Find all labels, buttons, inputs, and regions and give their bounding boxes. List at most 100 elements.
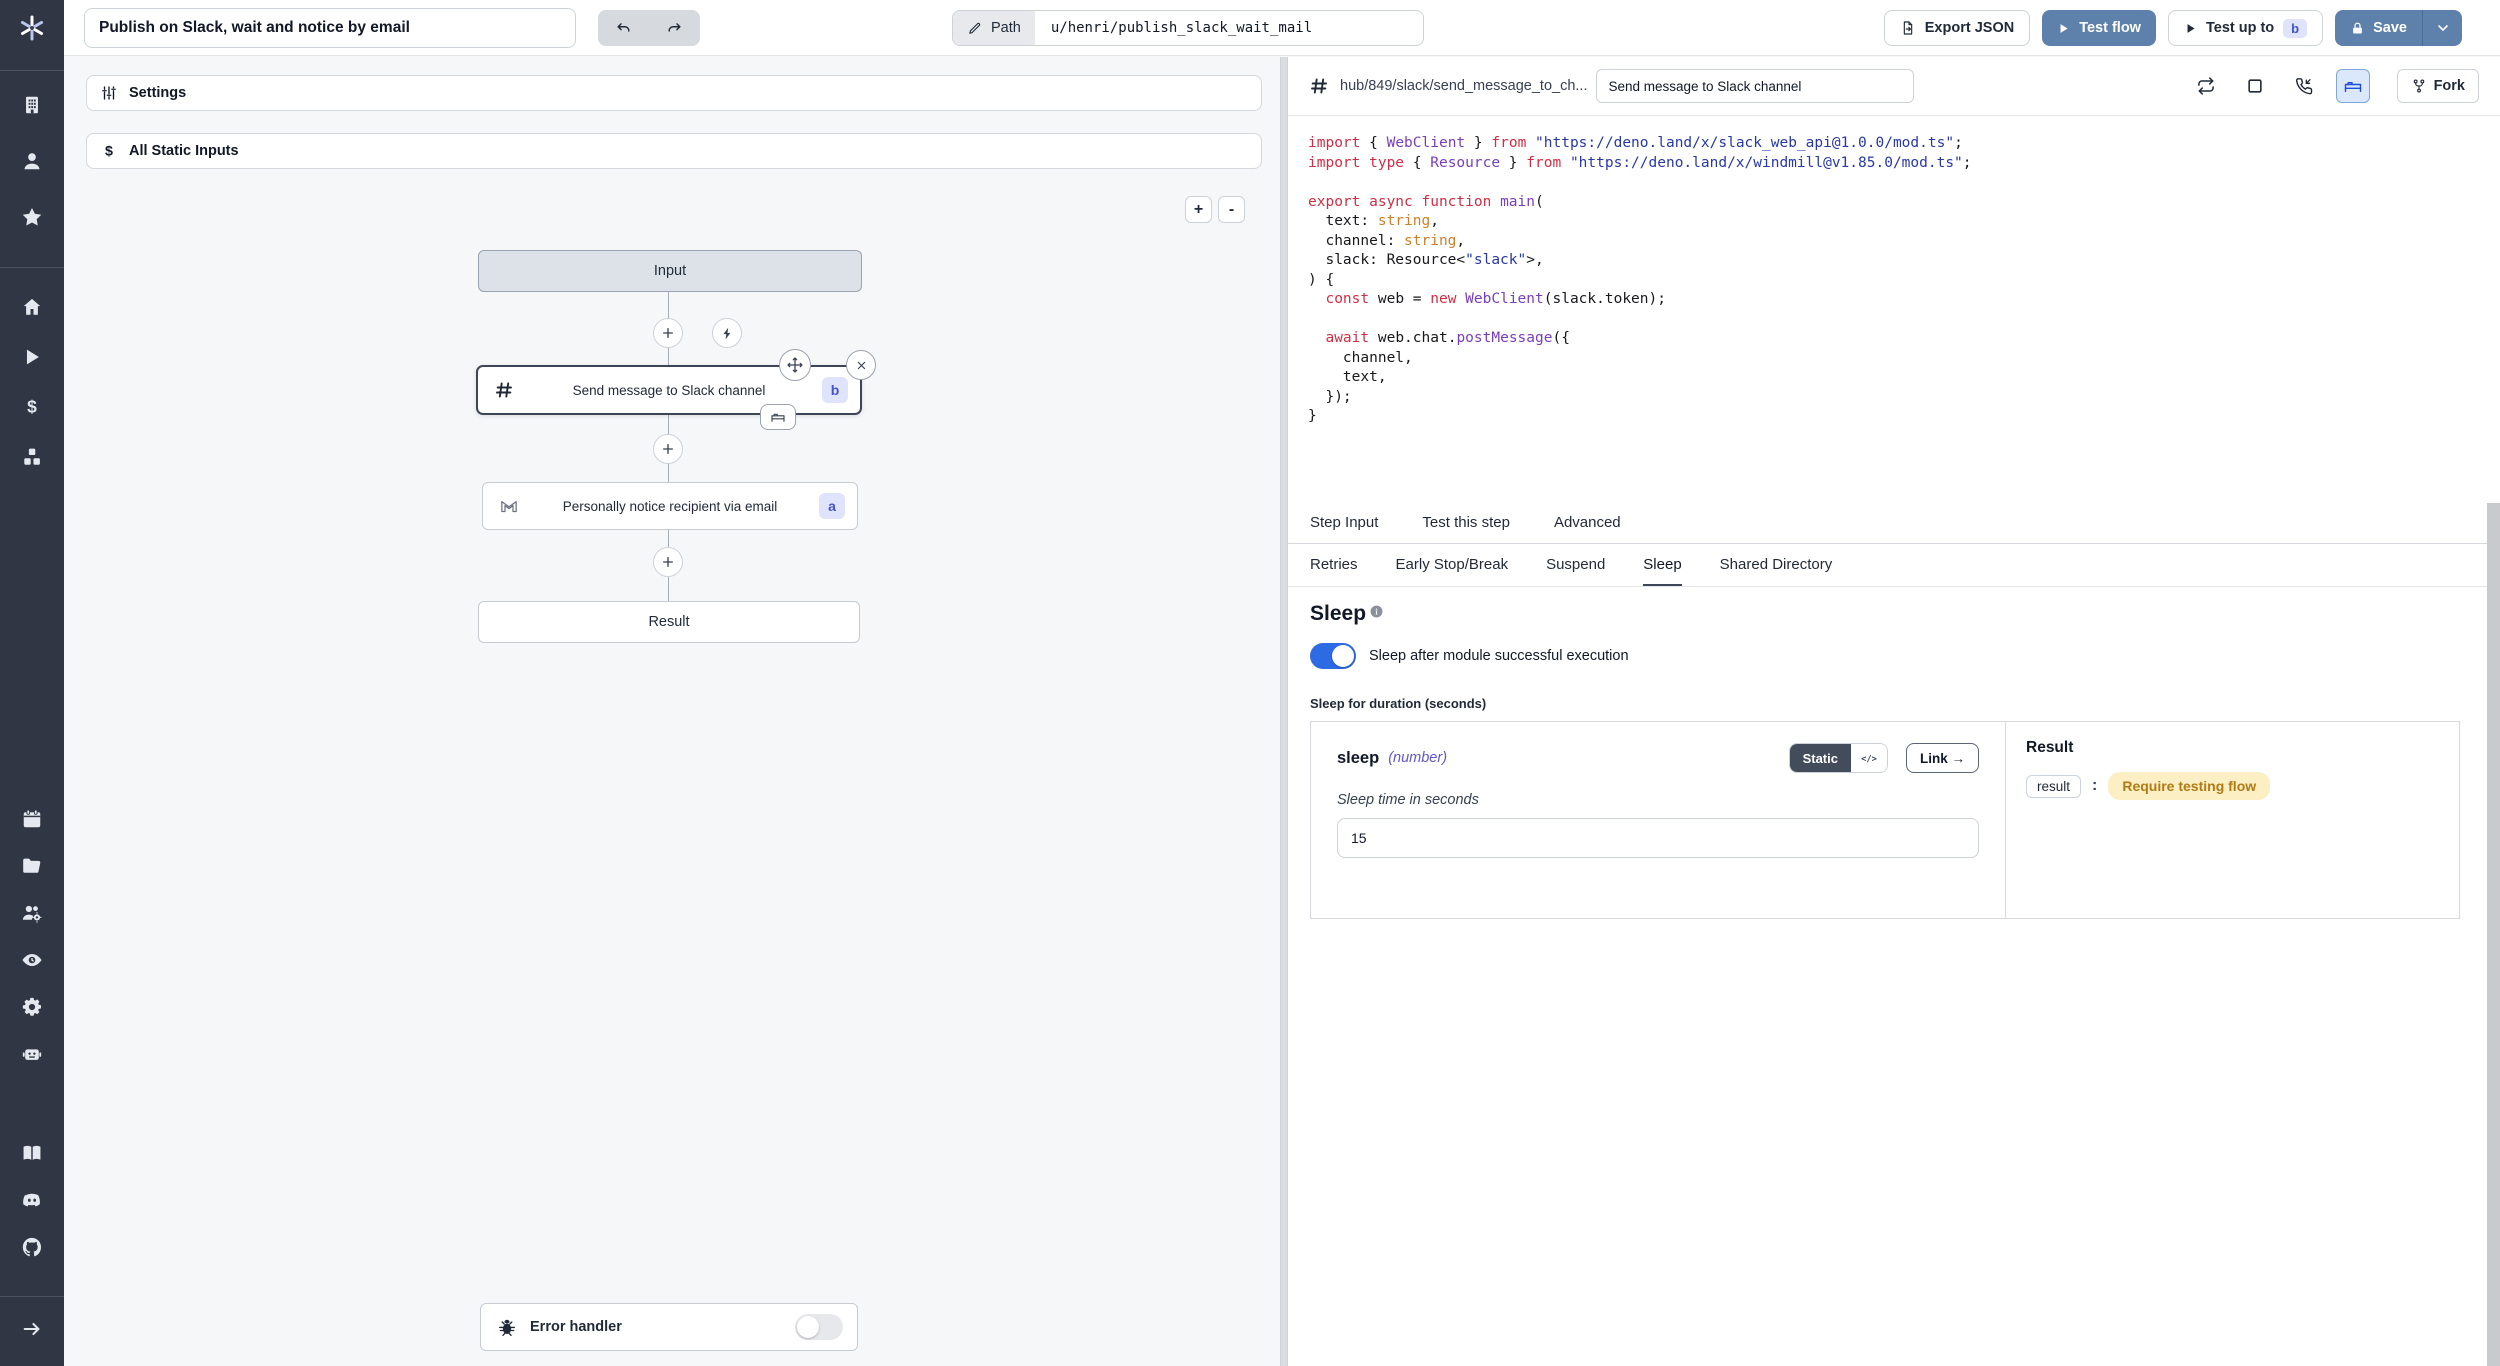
folder-icon[interactable]: [21, 855, 43, 877]
save-label: Save: [2373, 20, 2407, 36]
flow-node-input[interactable]: Input: [478, 250, 862, 292]
test-flow-button[interactable]: Test flow: [2042, 10, 2156, 46]
eye-icon[interactable]: [21, 949, 43, 971]
zoom-in-button[interactable]: +: [1185, 196, 1212, 223]
users-gear-icon[interactable]: [21, 902, 43, 924]
github-icon[interactable]: [21, 1236, 43, 1258]
plus-icon: [660, 441, 676, 457]
flow-node-result[interactable]: Result: [478, 601, 860, 643]
insert-step-button[interactable]: [653, 434, 683, 464]
test-up-to-step-badge: b: [2283, 19, 2307, 38]
slack-step-label: Send message to Slack channel: [573, 383, 766, 398]
sleep-seconds-input[interactable]: [1337, 818, 1979, 858]
flow-node-error-handler[interactable]: Error handler: [480, 1303, 858, 1351]
square-button[interactable]: [2238, 69, 2272, 103]
tab-suspend[interactable]: Suspend: [1546, 544, 1605, 586]
tab-step-input[interactable]: Step Input: [1310, 503, 1378, 543]
field-controls: Static </> Link →: [1789, 743, 1979, 773]
input-mode-segmented-control: Static </>: [1789, 743, 1888, 773]
insert-step-button[interactable]: [653, 318, 683, 348]
repeat-button[interactable]: [2189, 69, 2223, 103]
result-key-chip: result: [2026, 775, 2081, 798]
play-icon[interactable]: [21, 346, 43, 368]
save-dropdown-button[interactable]: [2422, 10, 2462, 46]
calendar-icon[interactable]: [21, 808, 43, 830]
sleep-enabled-toggle[interactable]: [1310, 643, 1356, 669]
delete-step-button[interactable]: [846, 350, 876, 380]
result-node-label: Result: [648, 614, 689, 630]
repeat-icon: [2196, 76, 2216, 96]
sidebar-group-workspace: [0, 94, 64, 228]
insert-step-button[interactable]: [653, 547, 683, 577]
bed-button[interactable]: [2336, 69, 2370, 103]
home-icon[interactable]: [21, 296, 43, 318]
save-button[interactable]: Save: [2335, 10, 2422, 46]
windmill-logo-icon[interactable]: [17, 13, 47, 43]
sleep-tab-content: Sleep i Sleep after module successful ex…: [1288, 587, 2500, 919]
info-icon[interactable]: i: [1369, 604, 1384, 619]
pencil-icon: [967, 21, 982, 36]
dollar-icon[interactable]: $: [21, 396, 43, 418]
phone-button[interactable]: [2287, 69, 2321, 103]
undo-icon: [615, 20, 632, 37]
tab-early-stop-break[interactable]: Early Stop/Break: [1396, 544, 1509, 586]
field-type: (number): [1388, 750, 1447, 766]
edit-path-button[interactable]: Path: [953, 11, 1035, 45]
user-icon[interactable]: [21, 150, 43, 172]
left-sidebar: $: [0, 0, 64, 1366]
field-name: sleep: [1337, 749, 1379, 768]
trigger-step-button[interactable]: [712, 318, 742, 348]
tab-retries[interactable]: Retries: [1310, 544, 1358, 586]
link-button[interactable]: Link →: [1906, 743, 1979, 773]
all-static-inputs-bar[interactable]: $ All Static Inputs: [86, 133, 1262, 169]
star-icon[interactable]: [21, 206, 43, 228]
panel-resize-handle[interactable]: [1280, 57, 1288, 1366]
save-button-group: Save: [2335, 10, 2462, 46]
code-icon: </>: [1859, 748, 1879, 768]
topbar-actions: Export JSON Test flow Test up to b Save: [1884, 10, 2462, 46]
step-id-badge: a: [819, 493, 845, 519]
zoom-out-button[interactable]: -: [1218, 196, 1245, 223]
sidebar-divider: [0, 267, 64, 268]
fork-button[interactable]: Fork: [2397, 69, 2479, 103]
code-editor[interactable]: import { WebClient } from "https://deno.…: [1288, 116, 2500, 503]
export-json-button[interactable]: Export JSON: [1884, 10, 2030, 46]
flow-settings-bar[interactable]: Settings: [86, 75, 1262, 111]
undo-redo-group: [598, 10, 700, 46]
cubes-icon[interactable]: [21, 446, 43, 468]
code-mode-button[interactable]: </>: [1851, 744, 1887, 772]
plus-icon: [660, 554, 676, 570]
tab-sleep[interactable]: Sleep: [1643, 544, 1681, 586]
flow-name-input[interactable]: [84, 8, 576, 48]
code-line: [1308, 310, 2500, 330]
advanced-tabs: Retries Early Stop/Break Suspend Sleep Share…: [1288, 544, 2500, 587]
sleep-form-box: sleep (number) Static </> Link →: [1310, 721, 2460, 919]
building-icon[interactable]: [21, 94, 43, 116]
discord-icon[interactable]: [21, 1189, 43, 1211]
error-handler-toggle[interactable]: [795, 1314, 843, 1340]
sleep-duration-label: Sleep for duration (seconds): [1310, 696, 2478, 711]
tab-test-this-step[interactable]: Test this step: [1422, 503, 1510, 543]
sliders-icon: [100, 84, 118, 102]
scrollbar[interactable]: [2487, 503, 2500, 1366]
sleep-indicator-button[interactable]: [760, 404, 796, 430]
static-mode-button[interactable]: Static: [1790, 744, 1851, 772]
tab-advanced[interactable]: Advanced: [1554, 503, 1621, 543]
tab-shared-directory[interactable]: Shared Directory: [1720, 544, 1833, 586]
square-icon: [2245, 76, 2265, 96]
gear-icon[interactable]: [21, 996, 43, 1018]
book-icon[interactable]: [21, 1142, 43, 1164]
flow-node-email-step[interactable]: Personally notice recipient via email a: [482, 482, 858, 530]
code-line: text,: [1308, 368, 2500, 388]
move-step-button[interactable]: [779, 349, 811, 381]
robot-icon[interactable]: [21, 1043, 43, 1065]
code-line: [1308, 173, 2500, 193]
test-up-to-button[interactable]: Test up to b: [2168, 10, 2323, 46]
step-summary-input[interactable]: [1596, 69, 1914, 103]
hub-script-path-link[interactable]: hub/849/slack/send_message_to_ch...: [1340, 78, 1587, 94]
code-line: }: [1308, 407, 2500, 427]
test-up-to-label: Test up to: [2206, 20, 2274, 36]
undo-button[interactable]: [598, 10, 649, 46]
redo-button[interactable]: [649, 10, 700, 46]
expand-sidebar-button[interactable]: [21, 1318, 43, 1340]
